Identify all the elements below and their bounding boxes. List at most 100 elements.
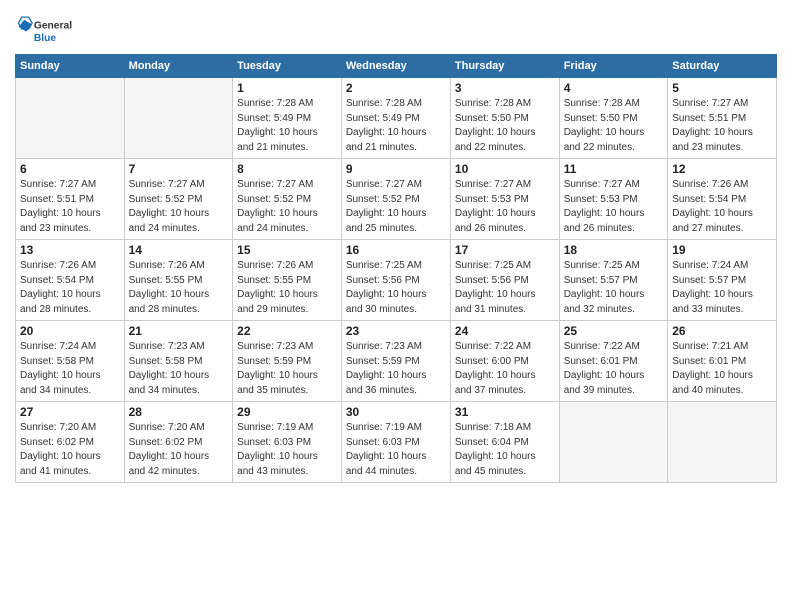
- day-number: 4: [564, 81, 664, 95]
- day-number: 5: [672, 81, 772, 95]
- calendar-cell: 22Sunrise: 7:23 AMSunset: 5:59 PMDayligh…: [233, 321, 342, 402]
- day-number: 1: [237, 81, 337, 95]
- day-info: Sunrise: 7:26 AMSunset: 5:55 PMDaylight:…: [129, 259, 229, 317]
- day-info: Sunrise: 7:20 AMSunset: 6:02 PMDaylight:…: [20, 421, 120, 479]
- day-info: Sunrise: 7:20 AMSunset: 6:02 PMDaylight:…: [129, 421, 229, 479]
- day-number: 9: [346, 162, 446, 176]
- day-number: 7: [129, 162, 229, 176]
- day-number: 13: [20, 243, 120, 257]
- day-info: Sunrise: 7:23 AMSunset: 5:58 PMDaylight:…: [129, 340, 229, 398]
- day-info: Sunrise: 7:24 AMSunset: 5:58 PMDaylight:…: [20, 340, 120, 398]
- day-number: 3: [455, 81, 555, 95]
- calendar-cell: 25Sunrise: 7:22 AMSunset: 6:01 PMDayligh…: [559, 321, 668, 402]
- day-number: 31: [455, 405, 555, 419]
- calendar-cell: 1 Sunrise: 7:28 AMSunset: 5:49 PMDaylight…: [233, 78, 342, 159]
- calendar-cell: 29Sunrise: 7:19 AMSunset: 6:03 PMDayligh…: [233, 402, 342, 483]
- header-row: General Blue: [15, 10, 777, 50]
- calendar-cell: 26 Sunrise: 7:21 AMSunset: 6:01 PMDayligh…: [668, 321, 777, 402]
- week-row-3: 13 Sunrise: 7:26 AMSunset: 5:54 PMDayligh…: [16, 240, 777, 321]
- day-info: Sunrise: 7:28 AMSunset: 5:50 PMDaylight:…: [564, 97, 664, 155]
- day-number: 8: [237, 162, 337, 176]
- day-info: Sunrise: 7:27 AMSunset: 5:51 PMDaylight:…: [20, 178, 120, 236]
- calendar-cell: 24 Sunrise: 7:22 AMSunset: 6:00 PMDayligh…: [450, 321, 559, 402]
- day-info: Sunrise: 7:26 AMSunset: 5:55 PMDaylight:…: [237, 259, 337, 317]
- calendar-cell: 19 Sunrise: 7:24 AMSunset: 5:57 PMDayligh…: [668, 240, 777, 321]
- day-info: Sunrise: 7:28 AMSunset: 5:49 PMDaylight:…: [237, 97, 337, 155]
- day-info: Sunrise: 7:25 AMSunset: 5:56 PMDaylight:…: [455, 259, 555, 317]
- day-number: 14: [129, 243, 229, 257]
- calendar-cell: 14 Sunrise: 7:26 AMSunset: 5:55 PMDayligh…: [124, 240, 233, 321]
- day-number: 12: [672, 162, 772, 176]
- weekday-header-row: SundayMondayTuesdayWednesdayThursdayFrid…: [16, 55, 777, 78]
- day-info: Sunrise: 7:21 AMSunset: 6:01 PMDaylight:…: [672, 340, 772, 398]
- day-info: Sunrise: 7:26 AMSunset: 5:54 PMDaylight:…: [672, 178, 772, 236]
- calendar-cell: 11 Sunrise: 7:27 AMSunset: 5:53 PMDayligh…: [559, 159, 668, 240]
- calendar-cell: 30Sunrise: 7:19 AMSunset: 6:03 PMDayligh…: [341, 402, 450, 483]
- calendar-cell: 3 Sunrise: 7:28 AMSunset: 5:50 PMDaylight…: [450, 78, 559, 159]
- weekday-header-sunday: Sunday: [16, 55, 125, 78]
- day-number: 21: [129, 324, 229, 338]
- day-number: 10: [455, 162, 555, 176]
- day-number: 18: [564, 243, 664, 257]
- day-number: 26: [672, 324, 772, 338]
- calendar-cell: 7 Sunrise: 7:27 AMSunset: 5:52 PMDaylight…: [124, 159, 233, 240]
- calendar-cell: [668, 402, 777, 483]
- calendar-cell: 12 Sunrise: 7:26 AMSunset: 5:54 PMDayligh…: [668, 159, 777, 240]
- day-number: 19: [672, 243, 772, 257]
- day-info: Sunrise: 7:26 AMSunset: 5:54 PMDaylight:…: [20, 259, 120, 317]
- week-row-1: 1 Sunrise: 7:28 AMSunset: 5:49 PMDaylight…: [16, 78, 777, 159]
- calendar-cell: 18 Sunrise: 7:25 AMSunset: 5:57 PMDayligh…: [559, 240, 668, 321]
- calendar-cell: [16, 78, 125, 159]
- day-info: Sunrise: 7:27 AMSunset: 5:53 PMDaylight:…: [564, 178, 664, 236]
- day-number: 2: [346, 81, 446, 95]
- day-number: 25: [564, 324, 664, 338]
- day-number: 16: [346, 243, 446, 257]
- svg-text:General: General: [34, 20, 72, 31]
- day-info: Sunrise: 7:19 AMSunset: 6:03 PMDaylight:…: [346, 421, 446, 479]
- day-info: Sunrise: 7:25 AMSunset: 5:56 PMDaylight:…: [346, 259, 446, 317]
- day-info: Sunrise: 7:22 AMSunset: 6:00 PMDaylight:…: [455, 340, 555, 398]
- day-number: 20: [20, 324, 120, 338]
- calendar-container: General Blue SundayMondayTuesdayWednesda…: [0, 0, 792, 488]
- day-info: Sunrise: 7:28 AMSunset: 5:49 PMDaylight:…: [346, 97, 446, 155]
- day-info: Sunrise: 7:27 AMSunset: 5:52 PMDaylight:…: [237, 178, 337, 236]
- day-info: Sunrise: 7:18 AMSunset: 6:04 PMDaylight:…: [455, 421, 555, 479]
- svg-text:Blue: Blue: [34, 33, 57, 44]
- calendar-cell: 2 Sunrise: 7:28 AMSunset: 5:49 PMDaylight…: [341, 78, 450, 159]
- day-info: Sunrise: 7:23 AMSunset: 5:59 PMDaylight:…: [346, 340, 446, 398]
- day-number: 28: [129, 405, 229, 419]
- day-number: 22: [237, 324, 337, 338]
- day-number: 27: [20, 405, 120, 419]
- calendar-cell: 15 Sunrise: 7:26 AMSunset: 5:55 PMDayligh…: [233, 240, 342, 321]
- calendar-cell: [559, 402, 668, 483]
- day-number: 23: [346, 324, 446, 338]
- calendar-cell: 27 Sunrise: 7:20 AMSunset: 6:02 PMDayligh…: [16, 402, 125, 483]
- week-row-5: 27 Sunrise: 7:20 AMSunset: 6:02 PMDayligh…: [16, 402, 777, 483]
- day-info: Sunrise: 7:27 AMSunset: 5:53 PMDaylight:…: [455, 178, 555, 236]
- logo: General Blue: [15, 10, 75, 50]
- day-number: 6: [20, 162, 120, 176]
- day-number: 29: [237, 405, 337, 419]
- weekday-header-wednesday: Wednesday: [341, 55, 450, 78]
- week-row-2: 6 Sunrise: 7:27 AMSunset: 5:51 PMDaylight…: [16, 159, 777, 240]
- weekday-header-monday: Monday: [124, 55, 233, 78]
- weekday-header-friday: Friday: [559, 55, 668, 78]
- day-info: Sunrise: 7:27 AMSunset: 5:52 PMDaylight:…: [129, 178, 229, 236]
- day-number: 17: [455, 243, 555, 257]
- calendar-cell: 13 Sunrise: 7:26 AMSunset: 5:54 PMDayligh…: [16, 240, 125, 321]
- calendar-cell: 10 Sunrise: 7:27 AMSunset: 5:53 PMDayligh…: [450, 159, 559, 240]
- day-number: 24: [455, 324, 555, 338]
- calendar-cell: 8 Sunrise: 7:27 AMSunset: 5:52 PMDaylight…: [233, 159, 342, 240]
- calendar-cell: 28 Sunrise: 7:20 AMSunset: 6:02 PMDayligh…: [124, 402, 233, 483]
- day-number: 15: [237, 243, 337, 257]
- calendar-cell: 6 Sunrise: 7:27 AMSunset: 5:51 PMDaylight…: [16, 159, 125, 240]
- day-number: 11: [564, 162, 664, 176]
- calendar-cell: 31 Sunrise: 7:18 AMSunset: 6:04 PMDayligh…: [450, 402, 559, 483]
- day-info: Sunrise: 7:25 AMSunset: 5:57 PMDaylight:…: [564, 259, 664, 317]
- day-info: Sunrise: 7:28 AMSunset: 5:50 PMDaylight:…: [455, 97, 555, 155]
- calendar-cell: 9 Sunrise: 7:27 AMSunset: 5:52 PMDaylight…: [341, 159, 450, 240]
- calendar-cell: 16 Sunrise: 7:25 AMSunset: 5:56 PMDayligh…: [341, 240, 450, 321]
- day-info: Sunrise: 7:27 AMSunset: 5:52 PMDaylight:…: [346, 178, 446, 236]
- day-info: Sunrise: 7:24 AMSunset: 5:57 PMDaylight:…: [672, 259, 772, 317]
- calendar-cell: 21 Sunrise: 7:23 AMSunset: 5:58 PMDayligh…: [124, 321, 233, 402]
